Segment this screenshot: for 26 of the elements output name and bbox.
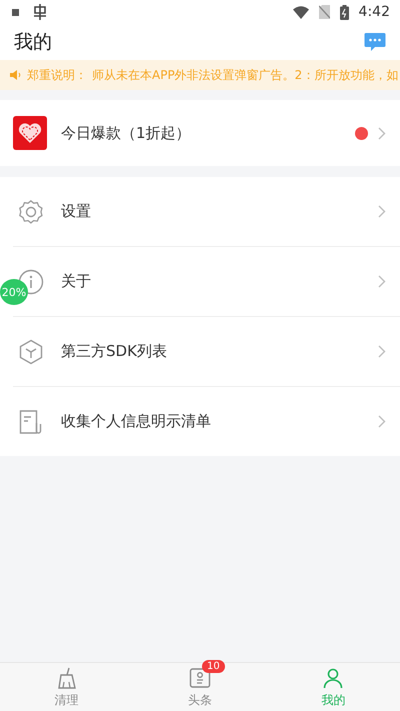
- document-icon: [18, 408, 44, 434]
- heart-logo-icon: [13, 116, 47, 150]
- page-title: 我的: [14, 30, 52, 55]
- no-sim-icon: [318, 5, 330, 19]
- notice-text: 师从未在本APP外非法设置弹窗广告。2：所开放功能，如: [92, 66, 398, 84]
- chevron-right-icon: [378, 205, 386, 218]
- notification-icon: [12, 8, 19, 16]
- menu-item[interactable]: 收集个人信息明示清单: [61, 412, 378, 431]
- person-icon: [321, 666, 346, 690]
- notice-label: 郑重说明：: [27, 66, 87, 84]
- menu-item[interactable]: 关于: [61, 272, 378, 291]
- chevron-right-icon: [378, 345, 386, 358]
- chevron-right-icon: [378, 415, 386, 428]
- wifi-icon: [292, 6, 309, 18]
- clock-time: 4:42: [358, 4, 390, 20]
- chevron-right-icon: [378, 275, 386, 288]
- chevron-right-icon: [378, 126, 386, 140]
- gear-icon: [18, 198, 44, 224]
- menu-item[interactable]: 设置: [61, 202, 378, 221]
- count-badge: 10: [202, 660, 225, 672]
- app-notification-icon: [33, 4, 47, 20]
- speaker-icon: [10, 69, 22, 81]
- message-icon[interactable]: [364, 32, 386, 52]
- battery-icon: [340, 4, 349, 20]
- cube-icon: [18, 338, 44, 364]
- menu-item[interactable]: 第三方SDK列表: [61, 342, 378, 361]
